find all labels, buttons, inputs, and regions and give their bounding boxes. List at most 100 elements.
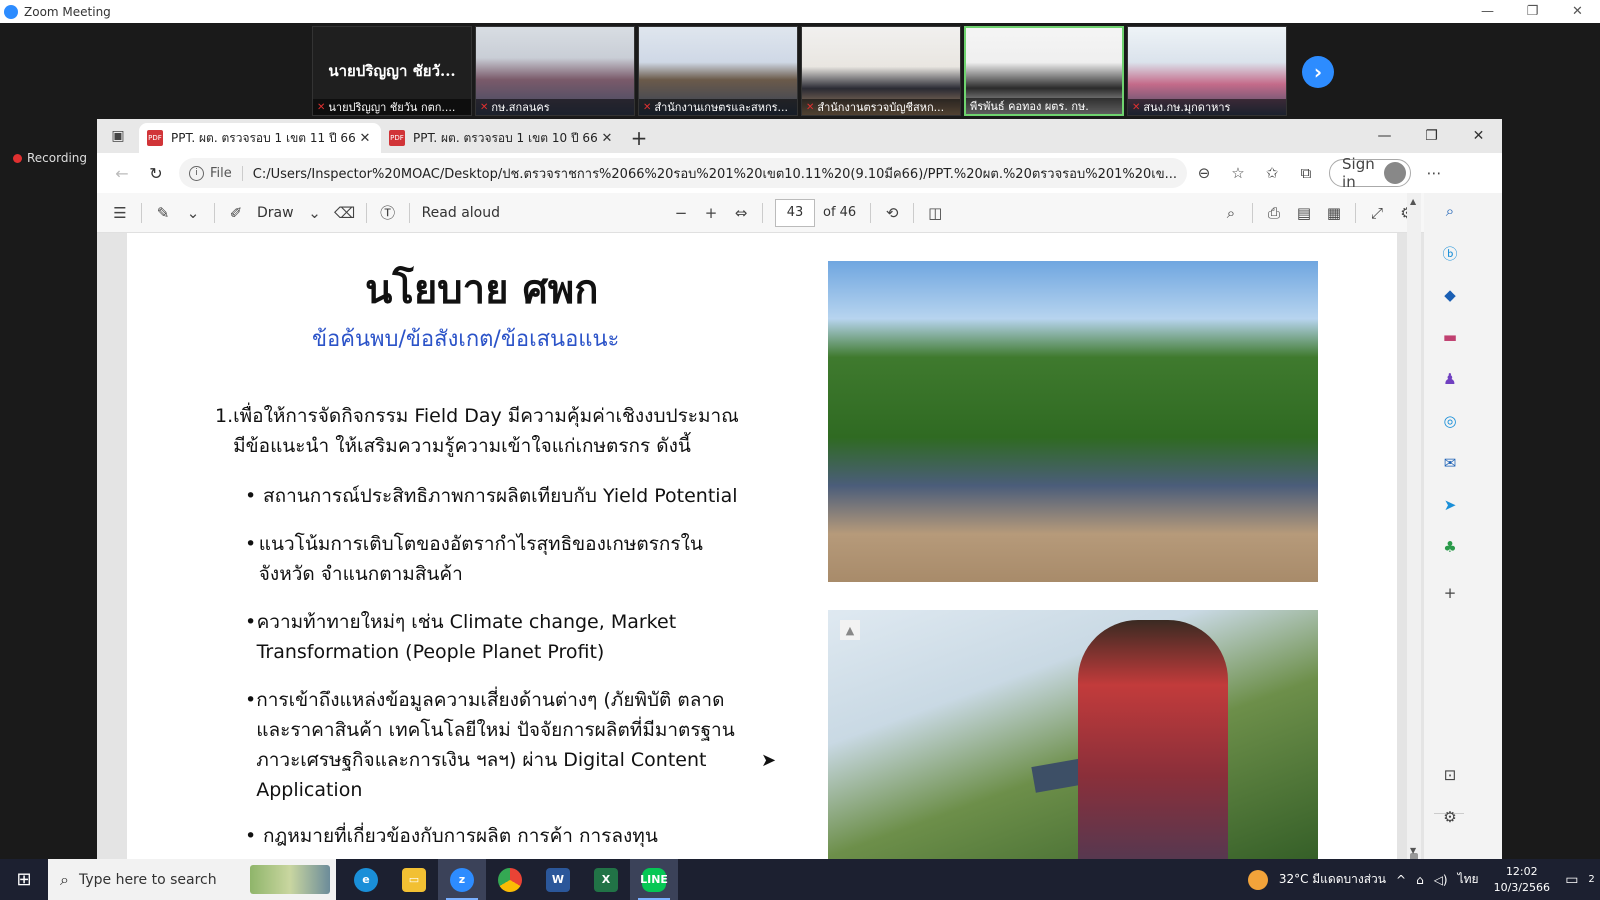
network-icon[interactable]: ⌂ <box>1416 873 1424 887</box>
more-options-icon[interactable]: ⋯ <box>1417 158 1451 188</box>
close-button[interactable]: ✕ <box>1555 0 1600 23</box>
text-icon[interactable]: Ⓣ <box>373 199 403 227</box>
taskbar-app-word[interactable]: W <box>534 859 582 900</box>
highlight-icon[interactable]: ✎ <box>148 199 178 227</box>
slide-title: นโยบาย ศพก <box>365 267 599 313</box>
minus-icon[interactable]: − <box>666 199 696 227</box>
participant-tile[interactable]: ✕ กษ.สกลนคร <box>475 26 635 116</box>
office-icon[interactable]: ◎ <box>1438 409 1462 433</box>
edge-icon: e <box>354 867 378 892</box>
participant-tile[interactable]: ✕ สำนักงานเกษตรและสหกร... <box>638 26 798 116</box>
participant-name: สนง.กษ.มุกดาหาร <box>1143 101 1231 114</box>
sidebar-toggle-icon[interactable]: ⊡ <box>1438 763 1462 787</box>
bing-chat-icon[interactable]: ⓑ <box>1438 241 1462 265</box>
tools-icon[interactable]: ▬ <box>1438 325 1462 349</box>
search-placeholder: Type here to search <box>78 871 217 888</box>
zoom-out-icon[interactable]: ⊖ <box>1187 158 1221 188</box>
page-count: of 46 <box>823 205 857 220</box>
weather-text[interactable]: 32°C มีแดดบางส่วน <box>1279 870 1386 889</box>
contents-icon[interactable]: ☰ <box>105 199 135 227</box>
sign-in-button[interactable]: Sign in <box>1329 155 1412 191</box>
pdf-toolbar: ☰ ✎ ⌄ ✐ Draw ⌄ ⌫ Ⓣ Read aloud − + ⇔ 43 o… <box>97 193 1502 233</box>
url-field[interactable]: i File C:/Users/Inspector%20MOAC/Desktop… <box>179 158 1188 188</box>
browser-minimize-button[interactable]: — <box>1361 119 1408 153</box>
back-button[interactable]: ← <box>105 158 139 188</box>
language-indicator[interactable]: ไทย <box>1458 870 1479 889</box>
tab-close-icon[interactable]: ✕ <box>357 131 373 146</box>
page-view-icon[interactable]: ◫ <box>920 199 950 227</box>
person-shape <box>1078 620 1228 859</box>
tab-pdf-region-10[interactable]: PDF PPT. ผต. ตรวจรอบ 1 เขต 10 ปี 66 (9 ✕ <box>381 123 623 153</box>
notification-button[interactable]: ▭ 2 <box>1560 859 1600 900</box>
outlook-icon[interactable]: ✉ <box>1438 451 1462 475</box>
weather-sun-icon[interactable] <box>1247 869 1268 890</box>
favorites-icon[interactable]: ✩ <box>1255 158 1289 188</box>
rotate-icon[interactable]: ⟲ <box>877 199 907 227</box>
browser-restore-button[interactable]: ❐ <box>1408 119 1455 153</box>
participant-tile-active-speaker[interactable]: พีรพันธ์ คอทอง ผตร. กษ. <box>964 26 1124 116</box>
search-icon[interactable]: ⌕ <box>1216 199 1246 227</box>
participant-tile[interactable]: ✕ สำนักงานตรวจบัญชีสหก... <box>801 26 961 116</box>
new-tab-button[interactable]: + <box>623 123 655 153</box>
next-participants-button[interactable]: › <box>1302 56 1334 88</box>
fullscreen-icon[interactable]: ⤢ <box>1362 199 1392 227</box>
favorite-add-icon[interactable]: ☆ <box>1221 158 1255 188</box>
mic-muted-icon: ✕ <box>317 101 326 113</box>
chevron-down-icon[interactable]: ⌄ <box>300 199 330 227</box>
save-as-icon[interactable]: ▦ <box>1319 199 1349 227</box>
browser-close-button[interactable]: ✕ <box>1455 119 1502 153</box>
recording-indicator[interactable]: Recording <box>13 151 87 165</box>
tab-close-icon[interactable]: ✕ <box>599 131 615 146</box>
tab-actions-button[interactable]: ▣ <box>97 119 139 153</box>
save-icon[interactable]: ▤ <box>1289 199 1319 227</box>
read-aloud-button[interactable]: Read aloud <box>416 205 506 221</box>
taskbar-app-excel[interactable]: X <box>582 859 630 900</box>
chevron-down-icon[interactable]: ⌄ <box>178 199 208 227</box>
maximize-button[interactable]: ❐ <box>1510 0 1555 23</box>
collections-icon[interactable]: ⧉ <box>1289 158 1323 188</box>
notification-count: 2 <box>1588 874 1595 885</box>
taskbar-app-line[interactable]: LINE <box>630 859 678 900</box>
recording-label: Recording <box>27 151 88 165</box>
vertical-scrollbar[interactable]: ▲ ▼ <box>1407 193 1421 859</box>
record-dot-icon <box>13 153 22 163</box>
volume-icon[interactable]: ◁) <box>1434 873 1448 887</box>
settings-icon[interactable]: ⚙ <box>1438 805 1462 829</box>
print-icon[interactable]: ⎙ <box>1259 199 1289 227</box>
taskbar-app-chrome[interactable] <box>486 859 534 900</box>
games-icon[interactable]: ♟ <box>1438 367 1462 391</box>
page-number-input[interactable]: 43 <box>775 198 815 227</box>
info-icon[interactable]: i <box>189 165 204 181</box>
clock[interactable]: 12:02 10/3/2566 <box>1494 864 1550 896</box>
folder-icon: ▭ <box>402 867 426 892</box>
chevron-up-icon[interactable]: ^ <box>1396 873 1406 887</box>
divider <box>870 202 872 223</box>
scroll-down-icon[interactable]: ▼ <box>1410 846 1416 855</box>
shopping-tag-icon[interactable]: ◆ <box>1438 283 1462 307</box>
taskbar-app-explorer[interactable]: ▭ <box>390 859 438 900</box>
draw-button[interactable]: Draw <box>251 205 300 221</box>
refresh-button[interactable]: ↻ <box>139 158 173 188</box>
taskbar-app-zoom[interactable]: z <box>438 859 486 900</box>
mic-muted-icon: ✕ <box>643 101 652 113</box>
send-icon[interactable]: ➤ <box>1438 493 1462 517</box>
draw-icon[interactable]: ✐ <box>221 199 251 227</box>
participant-tile[interactable]: ✕ สนง.กษ.มุกดาหาร <box>1127 26 1287 116</box>
taskbar-search[interactable]: ⌕ Type here to search <box>48 859 336 900</box>
sign-in-label: Sign in <box>1342 155 1375 191</box>
line-icon: LINE <box>640 867 668 892</box>
participant-tile[interactable]: นายปริญญา ชัยวั... ✕ นายปริญญา ชัยวัน กตก… <box>312 26 472 116</box>
fit-page-icon[interactable]: ⇔ <box>726 199 756 227</box>
plus-icon[interactable]: + <box>1438 581 1462 605</box>
tree-icon[interactable]: ♣ <box>1438 535 1462 559</box>
eraser-icon[interactable]: ⌫ <box>330 199 360 227</box>
start-button[interactable]: ⊞ <box>0 859 48 900</box>
scroll-up-icon[interactable]: ▲ <box>1410 197 1416 206</box>
search-icon[interactable]: ⌕ <box>1438 199 1462 223</box>
tab-pdf-region-11[interactable]: PDF PPT. ผต. ตรวจรอบ 1 เขต 11 ปี 66 (1 ✕ <box>139 123 381 153</box>
plus-icon[interactable]: + <box>696 199 726 227</box>
minimize-button[interactable]: — <box>1465 0 1510 23</box>
clock-time: 12:02 <box>1505 864 1538 878</box>
divider <box>141 202 142 223</box>
taskbar-app-edge[interactable]: e <box>342 859 390 900</box>
